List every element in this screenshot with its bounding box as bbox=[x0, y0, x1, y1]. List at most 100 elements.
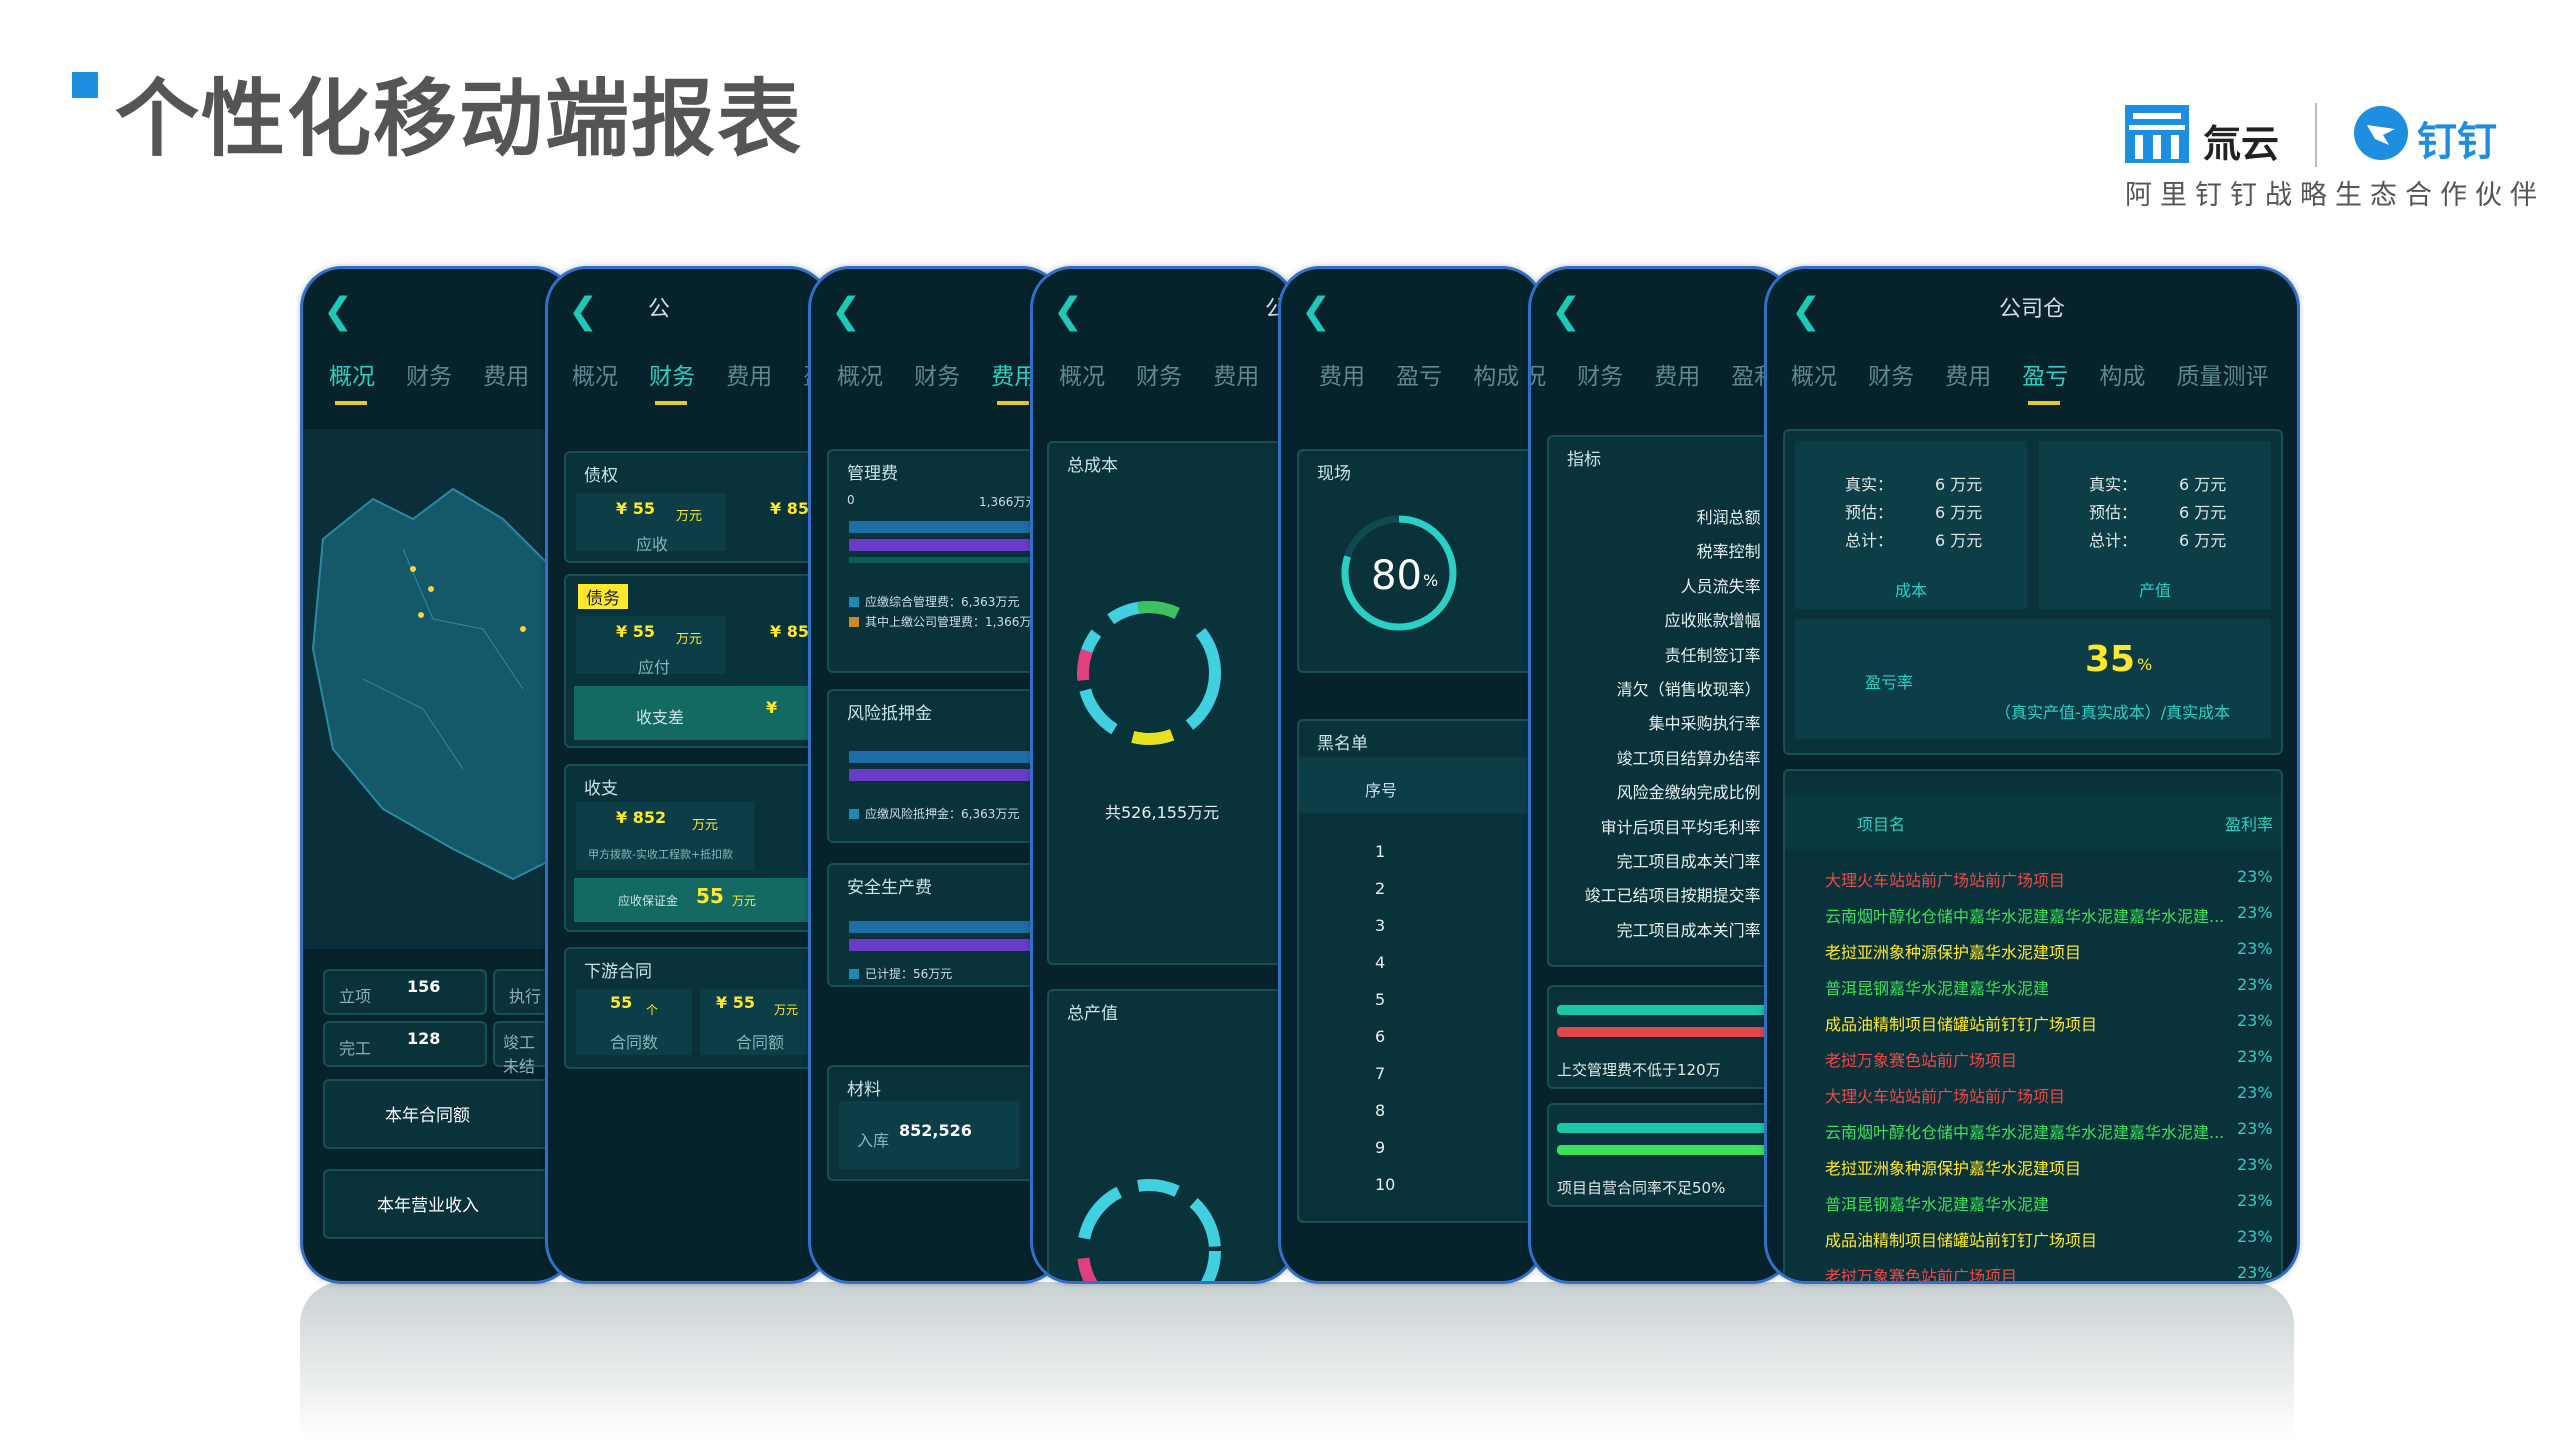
screen-title: 公司仓 bbox=[1998, 297, 2065, 322]
management-fee-card: 管理费 0 1,366万元 应缴综合管理费：6,363万元 其中上缴公司管理费：… bbox=[827, 449, 1061, 673]
indicator-label: 集中采购执行率 bbox=[1648, 714, 1761, 734]
output-donut-chart bbox=[1077, 1179, 1221, 1281]
page-title: 个性化移动端报表 bbox=[115, 70, 804, 168]
table-row[interactable]: 云南烟叶醇化仓储中嘉华水泥建嘉华水泥建嘉华水泥建... 23% bbox=[1825, 903, 2273, 939]
brand-chuanyun: 氚云 bbox=[2203, 122, 2280, 166]
project-name: 普洱昆钢嘉华水泥建嘉华水泥建 bbox=[1825, 1195, 2050, 1214]
table-row: 5 bbox=[1375, 990, 1386, 1009]
table-row[interactable]: 普洱昆钢嘉华水泥建嘉华水泥建 23% bbox=[1825, 975, 2273, 1011]
table-row[interactable]: 老挝万象赛色站前广场项目 23% bbox=[1825, 1263, 2273, 1281]
tab-finance[interactable]: 财务 bbox=[914, 357, 960, 391]
table-row: 6 bbox=[1375, 1027, 1386, 1046]
project-name: 成品油精制项目储罐站前钉钉广场项目 bbox=[1825, 1231, 2098, 1250]
tab-composition[interactable]: 构成 bbox=[1473, 357, 1519, 391]
tab-expense[interactable]: 费用 bbox=[726, 357, 772, 391]
project-name: 老挝万象赛色站前广场项目 bbox=[1825, 1051, 2018, 1070]
tab-overview[interactable]: 概况 bbox=[1059, 357, 1105, 391]
table-row: 10 bbox=[1375, 1175, 1396, 1194]
tab-profit[interactable]: 盈亏 bbox=[1396, 357, 1442, 391]
project-rate: 23% bbox=[2237, 1155, 2273, 1174]
table-row: 8 bbox=[1375, 1101, 1386, 1120]
table-row: 2 bbox=[1375, 879, 1386, 898]
indicator-label: 责任制签订率 bbox=[1664, 645, 1761, 665]
note-card-1: 上交管理费不低于120万 bbox=[1547, 985, 1791, 1089]
site-card: 现场 80 % bbox=[1297, 449, 1541, 673]
indicator-label: 人员流失率 bbox=[1680, 576, 1761, 596]
project-rate: 23% bbox=[2237, 1011, 2273, 1030]
table-row[interactable]: 普洱昆钢嘉华水泥建嘉华水泥建 23% bbox=[1825, 1191, 2273, 1227]
indicator-row: 人员流失率30 bbox=[1585, 570, 1791, 604]
indicator-card: 指标 利润总额30税率控制30人员流失率30应收账款增幅30责任制签订率30清欠… bbox=[1547, 435, 1791, 967]
indicator-row: 利润总额30 bbox=[1585, 501, 1791, 535]
phone-expense: ❮ 概况 财务 费用 管理费 0 1,366万元 应缴综合管理费：6,363万元… bbox=[808, 266, 1064, 1284]
tab-quality[interactable]: 质量测评 bbox=[2176, 357, 2268, 391]
table-row: 3 bbox=[1375, 916, 1386, 935]
table-row[interactable]: 老挝亚洲象种源保护嘉华水泥建项目 23% bbox=[1825, 1155, 2273, 1191]
brand-dingtalk: 钉钉 bbox=[2417, 119, 2497, 165]
indicator-label: 利润总额 bbox=[1696, 508, 1761, 527]
indicator-row: 竣工已结项目按期提交率30 bbox=[1585, 879, 1791, 913]
tab-overview[interactable]: 概况 bbox=[837, 357, 883, 391]
phone-finance: ❮ 公 概况 财务 费用 盈 债权 ¥ 55 万元 应收 ¥ 85 债务 ¥ 5… bbox=[545, 266, 831, 1284]
project-name: 老挝亚洲象种源保护嘉华水泥建项目 bbox=[1825, 943, 2082, 962]
annual-revenue-card: 本年营业收入 3 bbox=[323, 1169, 573, 1239]
tab-expense[interactable]: 费用 bbox=[1654, 357, 1700, 391]
project-rate: 23% bbox=[2237, 939, 2273, 958]
region-map bbox=[303, 429, 573, 949]
table-row: 7 bbox=[1375, 1064, 1386, 1083]
table-row[interactable]: 大理火车站站前广场站前广场项目 23% bbox=[1825, 867, 2273, 903]
total-cost-card: 总成本 共526,155万元 bbox=[1047, 441, 1293, 965]
project-name: 大理火车站站前广场站前广场项目 bbox=[1825, 871, 2066, 890]
stat-completed: 完工 128 bbox=[323, 1021, 487, 1067]
back-arrow-icon[interactable]: ❮ bbox=[831, 291, 861, 332]
table-row: 9 bbox=[1375, 1138, 1386, 1157]
project-name: 成品油精制项目储罐站前钉钉广场项目 bbox=[1825, 1015, 2098, 1034]
tab-expense[interactable]: 费用 bbox=[1213, 357, 1259, 391]
table-row[interactable]: 云南烟叶醇化仓储中嘉华水泥建嘉华水泥建嘉华水泥建... 23% bbox=[1825, 1119, 2273, 1155]
table-row[interactable]: 大理火车站站前广场站前广场项目 23% bbox=[1825, 1083, 2273, 1119]
indicator-row: 完工项目成本关门率30 bbox=[1585, 914, 1791, 948]
tab-finance[interactable]: 财务 bbox=[406, 357, 452, 391]
project-name: 云南烟叶醇化仓储中嘉华水泥建嘉华水泥建嘉华水泥建... bbox=[1825, 907, 2225, 926]
table-row[interactable]: 老挝万象赛色站前广场项目 23% bbox=[1825, 1047, 2273, 1083]
back-arrow-icon[interactable]: ❮ bbox=[1053, 291, 1083, 332]
blacklist-card: 黑名单 序号 1 2 3 4 5 6 7 8 9 10 bbox=[1297, 719, 1541, 1223]
tab-overview[interactable]: 况 bbox=[1531, 357, 1546, 391]
output-box: 真实： 6 万元 预估： 6 万元 总计： 6 万元 产值 bbox=[2039, 441, 2271, 609]
tab-expense[interactable]: 费用 bbox=[483, 357, 529, 391]
project-name: 大理火车站站前广场站前广场项目 bbox=[1825, 1087, 2066, 1106]
liability-card: 债务 ¥ 55 万元 应付 ¥ 85 收支差 ¥ bbox=[564, 574, 828, 748]
tab-expense[interactable]: 费用 bbox=[1319, 357, 1365, 391]
tab-finance[interactable]: 财务 bbox=[1868, 357, 1914, 391]
tab-profit-loss[interactable]: 盈亏 bbox=[2022, 357, 2068, 405]
tab-finance[interactable]: 财务 bbox=[1577, 357, 1623, 391]
downstream-contract-card: 下游合同 55 个 合同数 ¥ 55 万元 合同额 bbox=[564, 947, 828, 1069]
back-arrow-icon[interactable]: ❮ bbox=[1551, 291, 1581, 332]
project-rate: 23% bbox=[2237, 1263, 2273, 1282]
tab-finance[interactable]: 财务 bbox=[1136, 357, 1182, 391]
risk-deposit-card: 风险抵押金 应缴风险抵押金：6,363万元 bbox=[827, 689, 1061, 843]
back-arrow-icon[interactable]: ❮ bbox=[1301, 291, 1331, 332]
tab-composition[interactable]: 构成 bbox=[2099, 357, 2145, 391]
dingtalk-logo-icon bbox=[2354, 106, 2408, 160]
table-row[interactable]: 成品油精制项目储罐站前钉钉广场项目 23% bbox=[1825, 1011, 2273, 1047]
phone-profit-loss: ❮ 公司仓 概况 财务 费用 盈亏 构成 质量测评 考核 真实： 6 万元 预估… bbox=[1764, 266, 2300, 1284]
back-arrow-icon[interactable]: ❮ bbox=[568, 291, 598, 332]
indicator-label: 竣工已结项目按期提交率 bbox=[1584, 886, 1761, 906]
tab-overview[interactable]: 概况 bbox=[572, 357, 618, 391]
indicator-label: 审计后项目平均毛利率 bbox=[1600, 817, 1761, 837]
table-row[interactable]: 老挝亚洲象种源保护嘉华水泥建项目 23% bbox=[1825, 939, 2273, 975]
back-arrow-icon[interactable]: ❮ bbox=[323, 291, 353, 332]
project-rate: 23% bbox=[2237, 903, 2273, 922]
indicator-row: 税率控制30 bbox=[1585, 535, 1791, 569]
tab-overview[interactable]: 概况 bbox=[329, 357, 375, 405]
tab-finance[interactable]: 财务 bbox=[649, 357, 695, 405]
project-name: 云南烟叶醇化仓储中嘉华水泥建嘉华水泥建嘉华水泥建... bbox=[1825, 1123, 2225, 1142]
indicator-label: 完工项目成本关门率 bbox=[1616, 920, 1761, 940]
tab-expense[interactable]: 费用 bbox=[1945, 357, 1991, 391]
partner-subtitle: 阿里钉钉战略生态合作伙伴 bbox=[2125, 180, 2545, 211]
tab-overview[interactable]: 概况 bbox=[1791, 357, 1837, 391]
stat-approved: 立项 156 bbox=[323, 969, 487, 1015]
project-table-card: 项目名 盈利率 大理火车站站前广场站前广场项目 23% 云南烟叶醇化仓储中嘉华水泥建… bbox=[1783, 769, 2283, 1281]
table-row[interactable]: 成品油精制项目储罐站前钉钉广场项目 23% bbox=[1825, 1227, 2273, 1263]
